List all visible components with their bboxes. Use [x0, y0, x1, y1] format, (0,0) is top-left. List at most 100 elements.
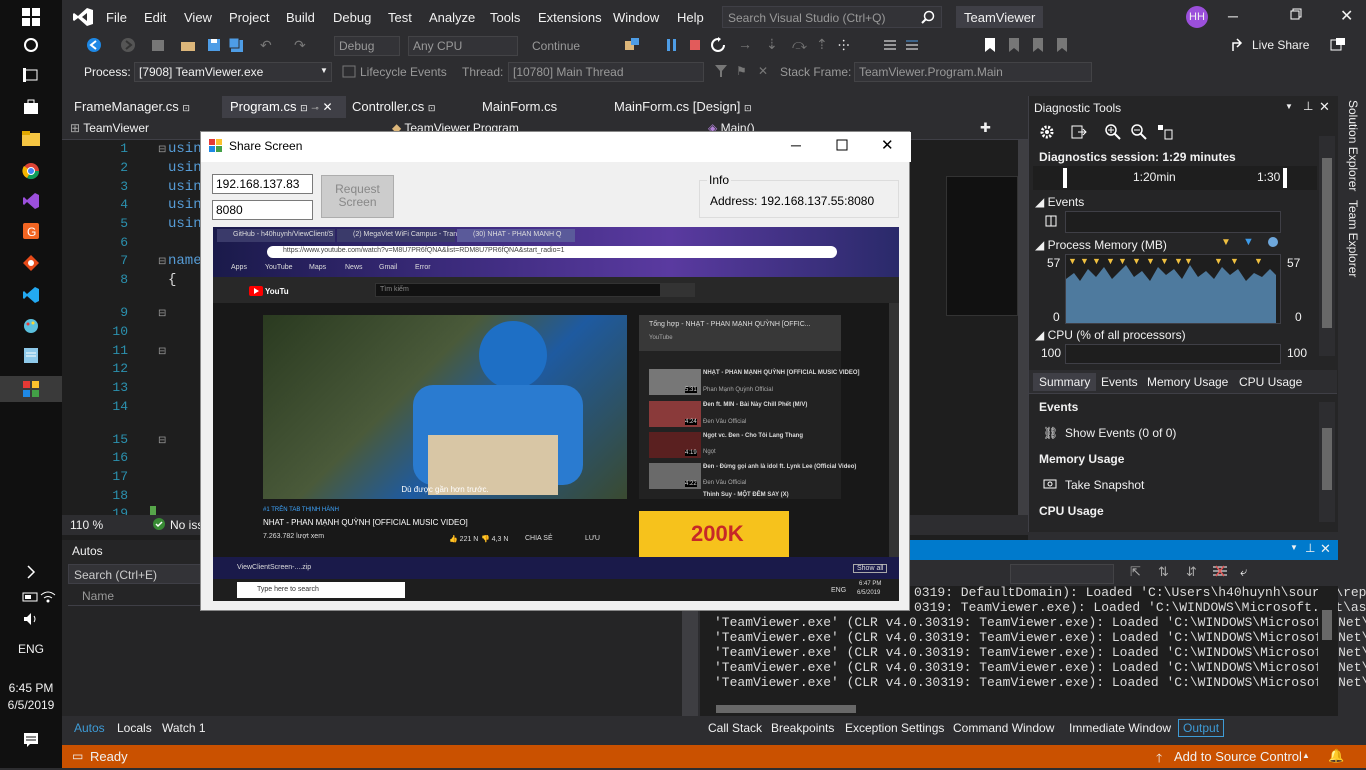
- tab-summary[interactable]: Summary: [1033, 373, 1097, 391]
- next-message-icon[interactable]: ⇵: [1186, 564, 1197, 580]
- tab-exception-settings[interactable]: Exception Settings: [845, 721, 944, 735]
- playlist-item-title[interactable]: Thinh Suy - MỘT ĐÊM SAY (X): [703, 492, 789, 498]
- prev-bookmark-icon[interactable]: [1008, 37, 1020, 56]
- menu-tools[interactable]: Tools: [490, 10, 520, 25]
- events-track[interactable]: [1065, 211, 1281, 233]
- lifecycle-events-button[interactable]: Lifecycle Events: [360, 65, 447, 79]
- panel-menu-icon[interactable]: ▼: [1290, 543, 1298, 552]
- pin-icon[interactable]: ⊡: [428, 103, 436, 113]
- notepad-icon[interactable]: [19, 344, 43, 366]
- notifications-icon[interactable]: 🔔: [1328, 748, 1344, 764]
- zoom-in-icon[interactable]: [1105, 124, 1121, 143]
- store-icon[interactable]: [19, 96, 43, 118]
- tab-call-stack[interactable]: Call Stack: [708, 721, 762, 735]
- menu-edit[interactable]: Edit: [144, 10, 166, 25]
- scroll-thumb[interactable]: [1322, 428, 1332, 490]
- continue-button[interactable]: Continue: [532, 39, 580, 53]
- split-editor-icon[interactable]: ✚: [980, 120, 991, 136]
- output-vscrollbar[interactable]: [1318, 586, 1338, 700]
- menu-extensions[interactable]: Extensions: [538, 10, 602, 25]
- export-icon[interactable]: [1071, 124, 1087, 143]
- playlist-item-title[interactable]: Đen - Đừng gọi anh là idol ft. Lynk Lee …: [703, 464, 856, 470]
- tab-mainform[interactable]: MainForm.cs: [474, 96, 565, 118]
- close-panel-icon[interactable]: ✕: [1319, 99, 1330, 115]
- windows-start-icon[interactable]: [19, 6, 43, 28]
- scroll-thumb[interactable]: [1322, 158, 1332, 328]
- timeline-ruler[interactable]: 1:20min 1:30: [1033, 166, 1317, 190]
- save-button[interactable]: LƯU: [585, 535, 600, 542]
- find-message-icon[interactable]: ⇱: [1130, 564, 1141, 580]
- panel-menu-icon[interactable]: ▼: [1285, 102, 1293, 111]
- output-hscrollbar[interactable]: [700, 702, 1318, 716]
- menu-build[interactable]: Build: [286, 10, 315, 25]
- minimize-icon[interactable]: ─: [1228, 8, 1238, 24]
- clock-date[interactable]: 6/5/2019: [0, 698, 62, 712]
- show-all-button[interactable]: Show all: [853, 564, 888, 573]
- team-explorer-tab[interactable]: Team Explorer: [1344, 200, 1360, 290]
- tab-controller[interactable]: Controller.cs ⊡: [344, 96, 443, 118]
- port-input[interactable]: 8080: [212, 200, 313, 220]
- clear-all-icon[interactable]: [1212, 564, 1228, 581]
- close-icon[interactable]: ✕: [1340, 6, 1353, 26]
- menu-file[interactable]: File: [106, 10, 127, 25]
- save-all-icon[interactable]: [228, 37, 244, 56]
- menu-analyze[interactable]: Analyze: [429, 10, 475, 25]
- collapse-icon[interactable]: ⊟: [158, 256, 166, 267]
- tab-mainform-design[interactable]: MainForm.cs [Design] ⊡: [606, 96, 760, 118]
- platform-dropdown[interactable]: Any CPU: [408, 36, 518, 56]
- minimize-icon[interactable]: ─: [791, 137, 801, 153]
- project-nav-dropdown[interactable]: ⊞ TeamViewer: [70, 121, 149, 135]
- clock-time[interactable]: 6:45 PM: [0, 681, 62, 695]
- forward-icon[interactable]: [120, 37, 136, 56]
- show-next-statement-icon[interactable]: →: [738, 36, 752, 52]
- user-avatar[interactable]: HH: [1186, 6, 1208, 28]
- thread-dropdown[interactable]: [10780] Main Thread: [508, 62, 704, 82]
- open-file-icon[interactable]: [180, 37, 196, 56]
- close-icon[interactable]: ✕: [881, 136, 894, 154]
- show-events-link[interactable]: Show Events (0 of 0): [1065, 426, 1176, 440]
- close-panel-icon[interactable]: ✕: [1320, 541, 1331, 557]
- step-out-icon[interactable]: ⇡: [816, 36, 828, 53]
- flag-icon[interactable]: ⚑: [736, 64, 747, 78]
- chrome-icon[interactable]: [19, 160, 43, 182]
- pin-icon[interactable]: ⊥: [1305, 541, 1315, 555]
- menu-window[interactable]: Window: [613, 10, 659, 25]
- comment-icon[interactable]: [882, 37, 898, 56]
- zoom-dropdown[interactable]: 110 %: [70, 518, 103, 532]
- reset-view-icon[interactable]: [1157, 124, 1173, 143]
- undo-icon[interactable]: ↶: [260, 37, 272, 54]
- visual-studio-icon[interactable]: [19, 190, 43, 212]
- cortana-icon[interactable]: [19, 34, 43, 56]
- collapse-icon[interactable]: ⊟: [158, 308, 166, 319]
- collapse-icon[interactable]: ⊟: [158, 435, 166, 446]
- ad-banner[interactable]: 200K: [639, 511, 789, 557]
- menu-debug[interactable]: Debug: [333, 10, 371, 25]
- cpu-section-header[interactable]: ◢ CPU (% of all processors): [1035, 328, 1186, 342]
- collapse-icon[interactable]: ⊟: [158, 144, 166, 155]
- scroll-thumb[interactable]: [1322, 610, 1332, 640]
- tab-memory-usage[interactable]: Memory Usage: [1147, 375, 1228, 389]
- config-dropdown[interactable]: Debug: [334, 36, 400, 56]
- bookmark[interactable]: News: [345, 264, 363, 271]
- diag-events-icon[interactable]: [624, 37, 640, 56]
- remote-scrollbar[interactable]: [889, 303, 899, 557]
- playlist-item-title[interactable]: Ngọt vc. Đen - Cho Tôi Lang Thang: [703, 433, 803, 439]
- tab-program[interactable]: Program.cs ⊡ ⊸ ✕: [222, 96, 346, 118]
- menu-view[interactable]: View: [184, 10, 212, 25]
- notification-icon[interactable]: [19, 729, 43, 751]
- diag-scrollbar[interactable]: [1319, 136, 1335, 356]
- step-into-icon[interactable]: ⇣: [766, 36, 778, 53]
- menu-test[interactable]: Test: [388, 10, 412, 25]
- search-box[interactable]: Search Visual Studio (Ctrl+Q): [722, 6, 942, 28]
- like-button[interactable]: 👍 221 N: [449, 535, 478, 543]
- live-share-icon[interactable]: [1232, 38, 1246, 55]
- scroll-thumb[interactable]: [716, 705, 856, 713]
- next-bookmark-icon[interactable]: [1032, 37, 1044, 56]
- clear-bookmarks-icon[interactable]: [1056, 37, 1068, 56]
- events-section-header[interactable]: ◢ Events: [1035, 195, 1084, 209]
- youtube-logo-icon[interactable]: YouTube: [249, 285, 299, 299]
- maximize-icon[interactable]: [836, 139, 848, 154]
- feedback-icon[interactable]: [1330, 37, 1346, 56]
- timeline-start-handle[interactable]: [1063, 168, 1067, 188]
- output-source-dropdown[interactable]: [1010, 564, 1114, 584]
